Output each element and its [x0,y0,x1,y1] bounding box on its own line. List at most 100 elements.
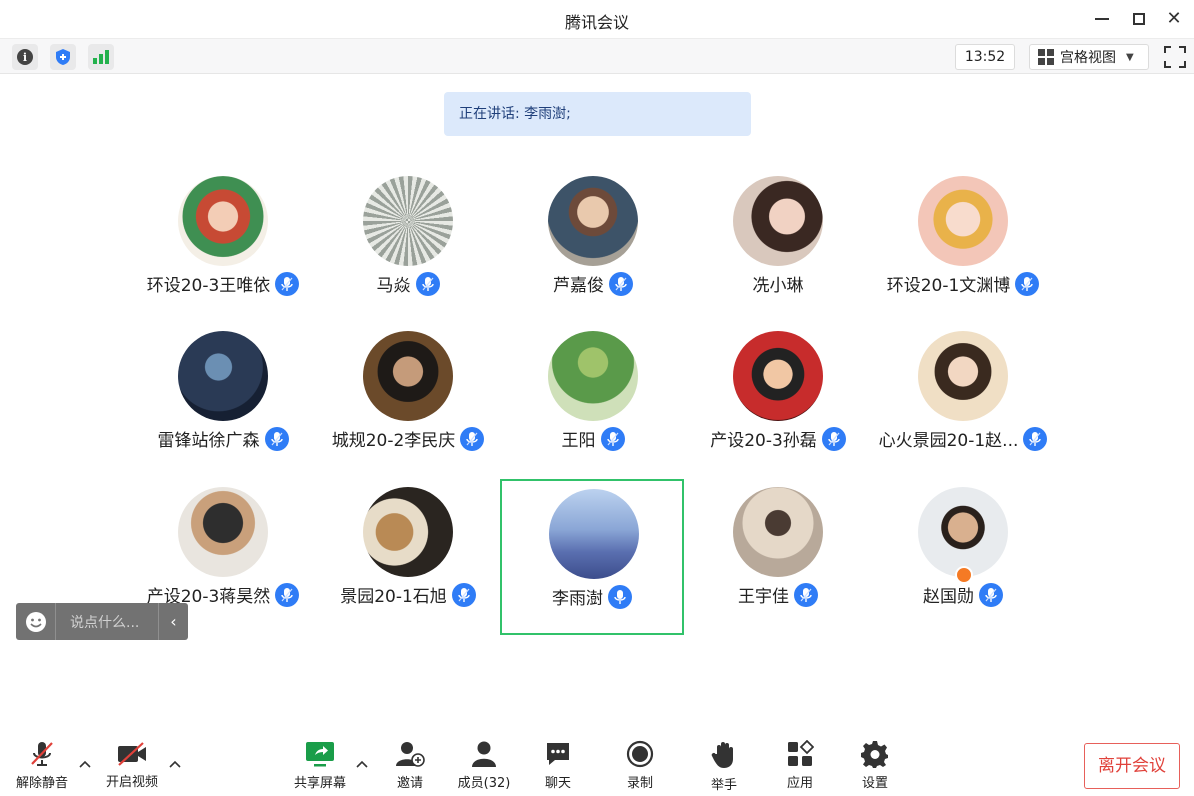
participant-tile-active[interactable]: 李雨澍 [500,479,684,635]
participant-tile[interactable]: 赵国勋 [871,487,1055,641]
participant-name: 马焱 [376,276,411,296]
members-icon [468,740,500,768]
hand-icon [708,740,740,770]
video-off-icon [116,740,148,767]
avatar [733,487,823,577]
members-label: 成员(32) [457,776,511,791]
mic-on-icon [600,426,625,451]
mic-speaking-icon [608,584,632,609]
smiley-icon [25,611,46,632]
avatar [178,487,268,577]
start-video-label: 开启视频 [105,775,158,790]
minimize-icon [1095,18,1109,20]
participant-tile[interactable]: 城规20-2李民庆 [316,331,500,485]
video-options-chevron-icon[interactable] [168,758,182,772]
chat-button[interactable]: 聊天 [538,740,578,791]
avatar [548,176,638,266]
share-screen-button[interactable]: 共享屏幕 [292,740,348,791]
close-button[interactable]: ✕ [1160,6,1188,32]
avatar [549,489,639,579]
participant-name: 景园20-1石旭 [340,587,447,607]
unmute-button[interactable]: 解除静音 [14,740,70,791]
settings-label: 设置 [861,776,888,791]
audio-options-chevron-icon[interactable] [78,758,92,772]
chevron-left-icon: ‹ [170,612,177,631]
fullscreen-icon[interactable] [1163,45,1187,69]
participant-name: 产设20-3孙磊 [710,431,817,451]
participant-tile[interactable]: 王宇佳 [686,487,870,641]
participant-tile[interactable]: 环设20-3王唯依 [131,176,315,330]
unmute-label: 解除静音 [15,776,68,791]
participant-tile[interactable]: 芦嘉俊 [501,176,685,330]
participant-name-row: 环设20-1文渊博 [851,271,1075,296]
view-mode-select[interactable]: 宫格视图 ▼ [1029,44,1149,70]
invite-label: 邀请 [396,776,423,791]
participant-name: 冼小琳 [752,276,804,296]
leave-meeting-button[interactable]: 离开会议 [1084,743,1180,789]
record-button[interactable]: 录制 [620,740,660,791]
participant-name: 王宇佳 [738,587,789,607]
participant-name: 李雨澍 [552,589,603,609]
participant-name: 心火景园20-1赵... [878,431,1019,451]
participant-tile[interactable]: 产设20-3孙磊 [686,331,870,485]
bottom-control-bar: 解除静音 开启视频 共享屏幕 邀请 成员(32) 聊天 录制 举手 应用 设置 [0,730,1194,796]
maximize-button[interactable] [1125,6,1153,32]
grid-view-icon [1038,49,1054,65]
emoji-button[interactable] [16,603,56,640]
avatar [548,331,638,421]
participant-tile[interactable]: 王阳 [501,331,685,485]
participant-name: 芦嘉俊 [553,276,604,296]
security-button[interactable] [50,44,76,70]
raise-hand-button[interactable]: 举手 [704,740,744,793]
signal-icon [93,50,109,64]
minimize-button[interactable] [1088,6,1116,32]
participant-tile[interactable]: 马焱 [316,176,500,330]
network-status-button[interactable] [88,44,114,70]
settings-button[interactable]: 设置 [855,740,895,791]
members-button[interactable]: 成员(32) [456,740,512,791]
participant-tile[interactable]: 景园20-1石旭 [316,487,500,641]
participant-tile[interactable]: 环设20-1文渊博 [871,176,1055,330]
chat-label: 聊天 [544,776,571,791]
apps-button[interactable]: 应用 [780,740,820,791]
avatar [733,176,823,266]
mic-on-icon [821,426,846,451]
gear-icon [859,740,891,768]
participant-tile[interactable]: 雷锋站徐广森 [131,331,315,485]
participant-name-row: 心火景园20-1赵... [851,426,1075,451]
participant-tile[interactable]: 心火景园20-1赵... [871,331,1055,485]
invite-button[interactable]: 邀请 [390,740,430,791]
apps-label: 应用 [786,776,813,791]
share-screen-label: 共享屏幕 [293,776,346,791]
mic-on-icon [1015,271,1040,296]
mic-on-icon [264,426,289,451]
mic-on-icon [609,271,633,296]
mic-on-icon [415,271,440,296]
apps-icon [784,740,816,768]
participant-name: 城规20-2李民庆 [331,431,456,451]
share-options-chevron-icon[interactable] [355,758,369,772]
avatar [363,176,453,266]
chat-placeholder[interactable]: 说点什么... [56,612,158,632]
collapse-chat-button[interactable]: ‹ [158,603,188,640]
maximize-icon [1133,13,1145,25]
avatar [178,331,268,421]
raise-hand-label: 举手 [710,778,737,793]
avatar [363,331,453,421]
participant-name: 赵国勋 [923,587,974,607]
view-mode-label: 宫格视图 [1060,50,1116,66]
avatar [178,176,268,266]
meeting-clock: 13:52 [955,44,1015,70]
chat-quick-input[interactable]: 说点什么... ‹ [16,603,188,640]
participant-name: 环设20-3王唯依 [146,276,271,296]
participant-tile[interactable]: 冼小琳 [686,176,870,330]
record-icon [624,740,656,768]
avatar [918,176,1008,266]
chat-bubble-icon [542,740,574,768]
mic-on-icon [451,582,476,607]
start-video-button[interactable]: 开启视频 [104,740,160,790]
meeting-info-button[interactable]: i [12,44,38,70]
avatar [363,487,453,577]
participant-name: 环设20-1文渊博 [886,276,1011,296]
mic-on-icon [979,582,1003,607]
